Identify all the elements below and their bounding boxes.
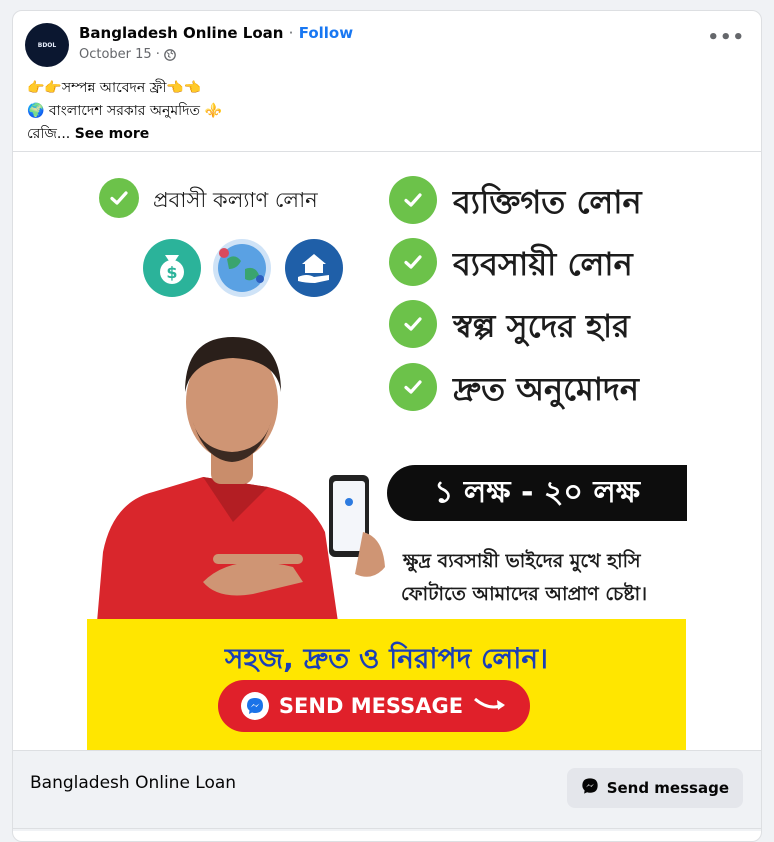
ad-yellow-banner: সহজ, দ্রুত ও নিরাপদ লোন। SEND MESSAGE <box>87 619 686 750</box>
globe-icon <box>163 48 176 61</box>
divider <box>13 828 761 829</box>
more-options-icon[interactable]: ••• <box>707 29 745 47</box>
loan-range-banner: ১ লক্ষ - ২০ লক্ষ <box>387 465 687 521</box>
ad-tagline: ক্ষুদ্র ব্যবসায়ী ভাইদের মুখে হাসি <box>403 550 641 572</box>
post-footer: Bangladesh Online Loan Send message <box>13 750 761 831</box>
see-more-link[interactable]: See more <box>75 126 150 142</box>
post-text-truncated: রেজি... <box>27 126 71 142</box>
post-text-line: 👉👉সম্পন্ন আবেদন ফ্রী👈👈 <box>27 80 202 96</box>
footer-page-name[interactable]: Bangladesh Online Loan <box>30 773 236 793</box>
ad-item: প্রবাসী কল্যাণ লোন <box>153 188 318 212</box>
ad-item: ব্যক্তিগত লোন <box>453 183 642 221</box>
ad-slogan: সহজ, দ্রুত ও নিরাপদ লোন। <box>224 642 549 675</box>
post-text: 👉👉সম্পন্ন আবেদন ফ্রী👈👈 🌍 বাংলাদেশ সরকার … <box>27 77 222 146</box>
page-avatar[interactable]: BDOL <box>25 23 69 67</box>
ad-item: স্বল্প সুদের হার <box>453 307 630 345</box>
ad-item: দ্রুত অনুমোদন <box>453 370 639 408</box>
send-message-button[interactable]: Send message <box>566 768 743 808</box>
check-icon <box>389 238 437 286</box>
arrow-icon <box>473 694 507 718</box>
post-header: BDOL Bangladesh Online Loan · Follow Oct… <box>13 11 761 73</box>
avatar-text: BDOL <box>37 41 57 49</box>
page-name-link[interactable]: Bangladesh Online Loan <box>79 24 283 42</box>
ad-item: ব্যবসায়ী লোন <box>453 245 633 283</box>
post-meta: October 15 · <box>79 47 176 62</box>
post-date[interactable]: October 15 <box>79 47 152 62</box>
post-card: BDOL Bangladesh Online Loan · Follow Oct… <box>12 10 762 842</box>
svg-text:$: $ <box>166 263 177 282</box>
separator-dot: · <box>288 24 294 42</box>
check-icon <box>389 176 437 224</box>
check-icon <box>99 178 139 218</box>
ad-send-message-button[interactable]: SEND MESSAGE <box>218 680 530 732</box>
ad-image[interactable]: প্রবাসী কল্যাণ লোন ব্যক্তিগত লোন ব্যবসায… <box>13 152 761 750</box>
ad-tagline: ফোটাতে আমাদের আপ্রাণ চেষ্টা। <box>401 583 647 605</box>
separator-dot: · <box>155 47 160 62</box>
messenger-icon <box>240 692 269 720</box>
man-illustration <box>97 337 385 622</box>
follow-button[interactable]: Follow <box>299 24 353 42</box>
send-message-label: Send message <box>606 779 729 797</box>
messenger-icon <box>581 777 599 799</box>
ad-send-message-label: SEND MESSAGE <box>278 694 464 718</box>
page-name-line: Bangladesh Online Loan · Follow <box>79 24 353 42</box>
post-text-line: রেজি... See more <box>27 123 222 146</box>
post-text-line: 🌍 বাংলাদেশ সরকার অনুমদিত ⚜️ <box>27 103 222 119</box>
